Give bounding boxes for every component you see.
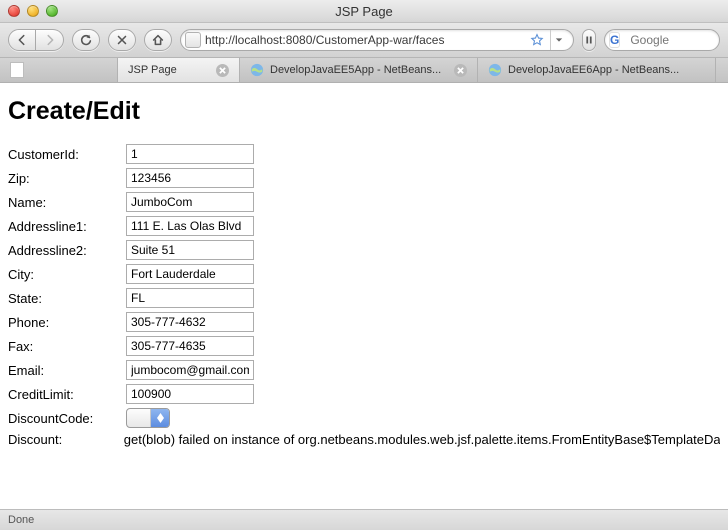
field-label: City: bbox=[8, 267, 126, 282]
field-label: CustomerId: bbox=[8, 147, 126, 162]
field-input-5[interactable] bbox=[126, 264, 254, 284]
tab-3[interactable]: DevelopJavaEE6App - NetBeans... bbox=[478, 58, 716, 82]
field-label: State: bbox=[8, 291, 126, 306]
field-label: Addressline2: bbox=[8, 243, 126, 258]
tab-0[interactable] bbox=[0, 58, 118, 82]
form-row: Email: bbox=[8, 360, 720, 380]
back-button[interactable] bbox=[8, 29, 36, 51]
reload-button[interactable] bbox=[72, 29, 100, 51]
tab-2[interactable]: DevelopJavaEE5App - NetBeans... bbox=[240, 58, 478, 82]
site-identity-icon[interactable] bbox=[185, 32, 201, 48]
select-stepper-icon bbox=[150, 409, 169, 427]
discount-code-label: DiscountCode: bbox=[8, 411, 126, 426]
bookmark-star-icon[interactable] bbox=[530, 33, 544, 47]
discount-error-message: get(blob) failed on instance of org.netb… bbox=[124, 432, 720, 447]
form-row: CustomerId: bbox=[8, 144, 720, 164]
status-text: Done bbox=[8, 514, 34, 526]
field-input-3[interactable] bbox=[126, 216, 254, 236]
browser-toolbar: http://localhost:8080/CustomerApp-war/fa… bbox=[0, 23, 728, 58]
field-label: Name: bbox=[8, 195, 126, 210]
close-icon[interactable] bbox=[454, 64, 467, 77]
page-content: Create/Edit CustomerId: Zip: Name: Addressl… bbox=[0, 83, 728, 513]
url-text: http://localhost:8080/CustomerApp-war/fa… bbox=[205, 33, 526, 47]
field-input-6[interactable] bbox=[126, 288, 254, 308]
discount-code-select[interactable] bbox=[126, 408, 170, 428]
field-label: CreditLimit: bbox=[8, 387, 126, 402]
form-row: Phone: bbox=[8, 312, 720, 332]
form-row: Zip: bbox=[8, 168, 720, 188]
field-input-10[interactable] bbox=[126, 384, 254, 404]
page-heading: Create/Edit bbox=[8, 97, 720, 126]
field-label: Addressline1: bbox=[8, 219, 126, 234]
close-icon[interactable] bbox=[216, 64, 229, 77]
field-input-0[interactable] bbox=[126, 144, 254, 164]
tab-label: DevelopJavaEE6App - NetBeans... bbox=[508, 64, 705, 76]
field-input-9[interactable] bbox=[126, 360, 254, 380]
form-row: Name: bbox=[8, 192, 720, 212]
form-row: State: bbox=[8, 288, 720, 308]
stop-button[interactable] bbox=[108, 29, 136, 51]
discount-label: Discount: bbox=[8, 432, 124, 447]
tab-bar: JSP Page DevelopJavaEE5App - NetBeans... D… bbox=[0, 58, 728, 83]
page-icon bbox=[10, 62, 24, 78]
tab-1[interactable]: JSP Page bbox=[118, 58, 240, 82]
window-titlebar: JSP Page bbox=[0, 0, 728, 23]
form-row: CreditLimit: bbox=[8, 384, 720, 404]
home-button[interactable] bbox=[144, 29, 172, 51]
globe-icon bbox=[488, 63, 502, 77]
form-row: Addressline2: bbox=[8, 240, 720, 260]
globe-icon bbox=[250, 63, 264, 77]
field-label: Zip: bbox=[8, 171, 126, 186]
search-input[interactable] bbox=[628, 32, 728, 48]
toolbar-divider-button[interactable] bbox=[582, 29, 596, 51]
window-title: JSP Page bbox=[0, 4, 728, 19]
field-input-2[interactable] bbox=[126, 192, 254, 212]
field-label: Phone: bbox=[8, 315, 126, 330]
tab-label: JSP Page bbox=[128, 64, 210, 76]
form-row: Fax: bbox=[8, 336, 720, 356]
form-row: City: bbox=[8, 264, 720, 284]
field-label: Email: bbox=[8, 363, 126, 378]
status-bar: Done bbox=[0, 509, 728, 530]
address-bar[interactable]: http://localhost:8080/CustomerApp-war/fa… bbox=[180, 29, 574, 51]
google-icon: G bbox=[609, 32, 620, 48]
tab-label: DevelopJavaEE5App - NetBeans... bbox=[270, 64, 448, 76]
forward-button[interactable] bbox=[36, 29, 64, 51]
url-history-dropdown[interactable] bbox=[550, 30, 567, 50]
field-input-1[interactable] bbox=[126, 168, 254, 188]
field-input-7[interactable] bbox=[126, 312, 254, 332]
search-field[interactable]: G bbox=[604, 29, 720, 51]
field-label: Fax: bbox=[8, 339, 126, 354]
field-input-8[interactable] bbox=[126, 336, 254, 356]
customer-form: CustomerId: Zip: Name: Addressline1: Address… bbox=[8, 144, 720, 404]
field-input-4[interactable] bbox=[126, 240, 254, 260]
form-row: Addressline1: bbox=[8, 216, 720, 236]
